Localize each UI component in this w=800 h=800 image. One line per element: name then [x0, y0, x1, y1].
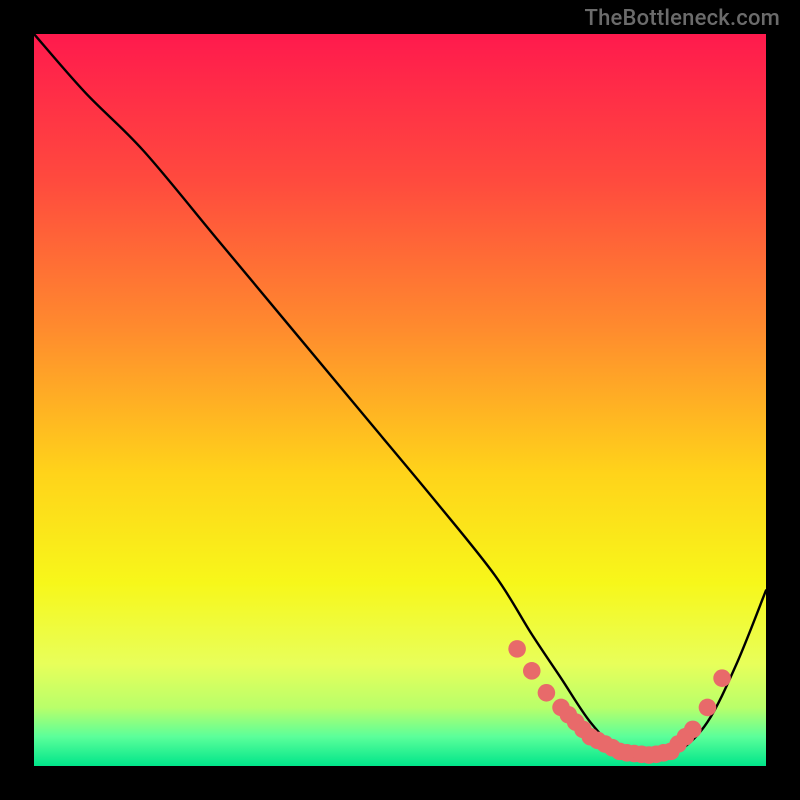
chart-svg: [34, 34, 766, 766]
chart-frame: TheBottleneck.com: [0, 0, 800, 800]
marker-dot: [699, 699, 717, 717]
gradient-background: [34, 34, 766, 766]
plot-area: [34, 34, 766, 766]
marker-dot: [508, 640, 526, 658]
marker-dot: [713, 669, 731, 687]
marker-dot: [538, 684, 556, 702]
watermark-text: TheBottleneck.com: [585, 6, 780, 31]
marker-dot: [684, 721, 702, 739]
marker-dot: [523, 662, 541, 680]
